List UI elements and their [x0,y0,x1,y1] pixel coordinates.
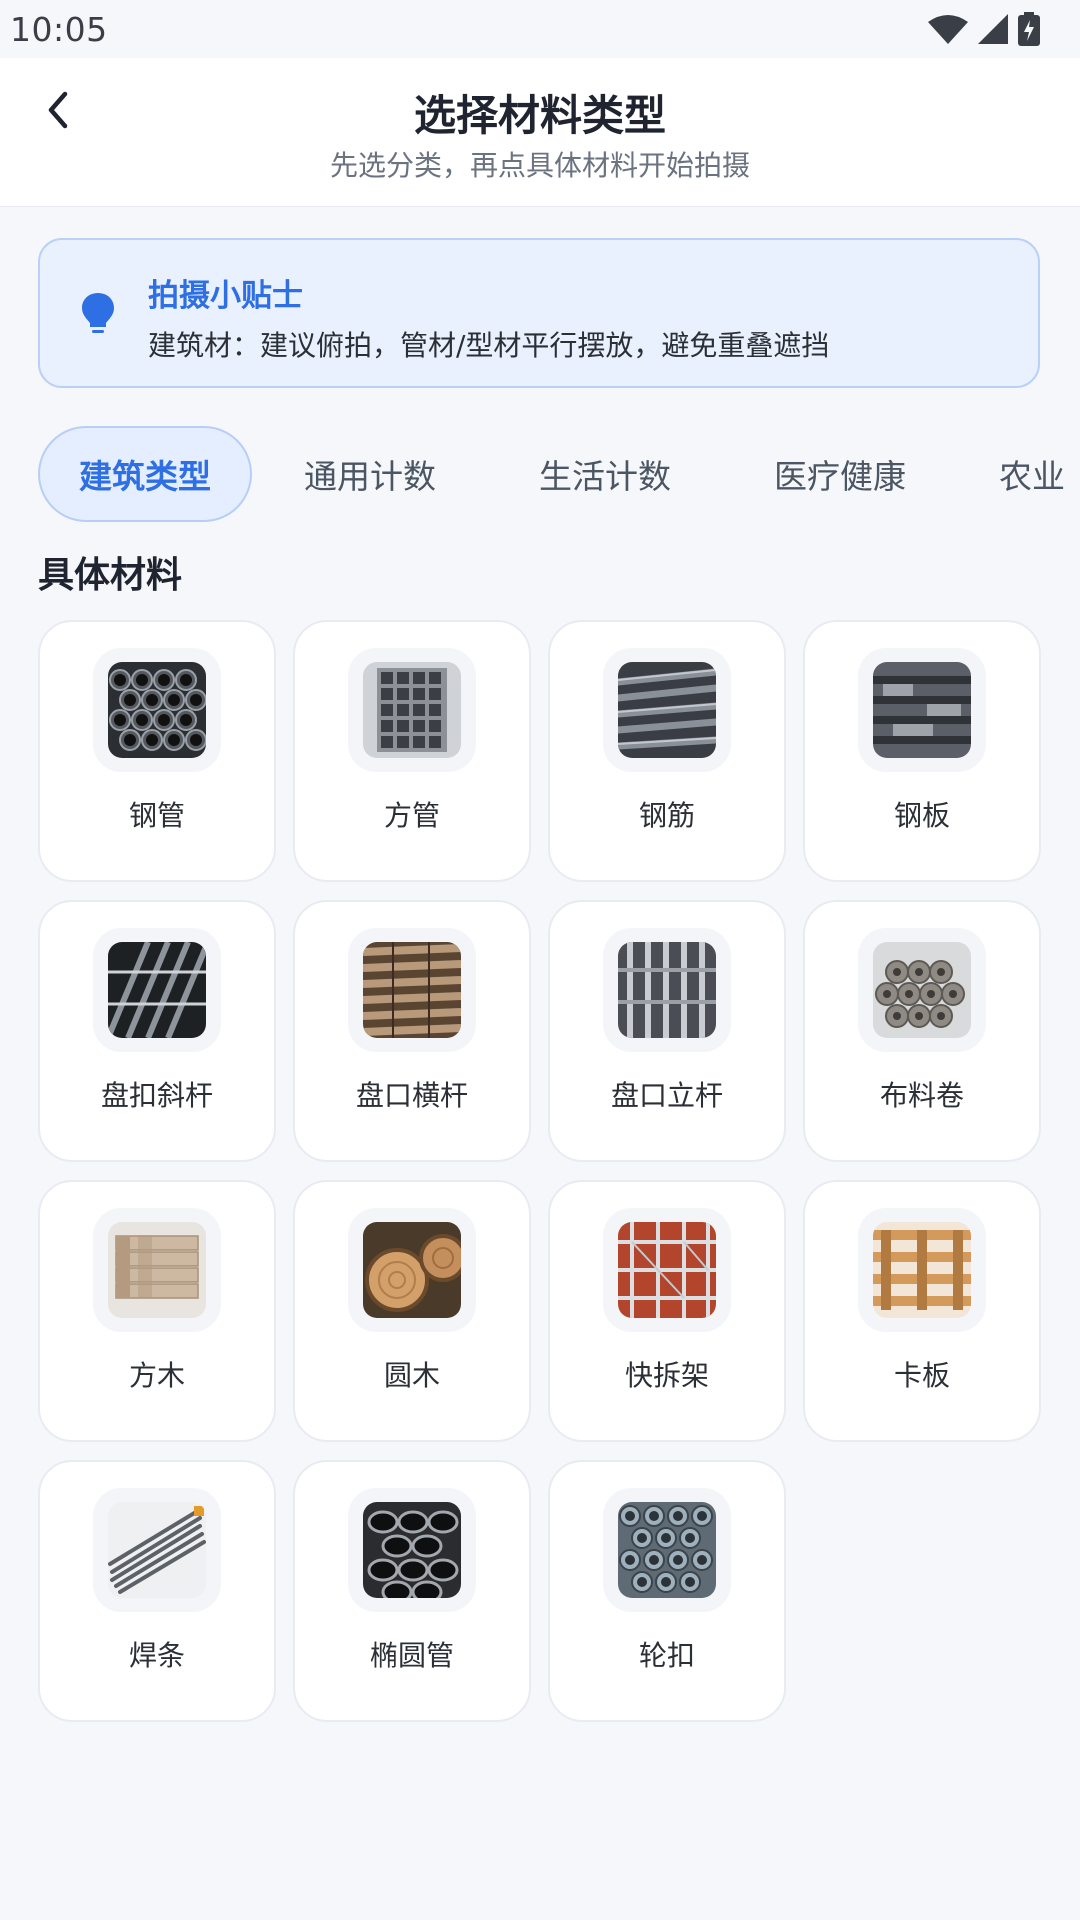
material-card-pallet[interactable]: 卡板 [803,1180,1041,1442]
material-label: 圆木 [383,1359,440,1392]
tab-general-count[interactable]: 通用计数 [270,426,470,522]
vertical-rod-photo-icon [618,942,716,1038]
thumb-frame [93,928,221,1052]
thumb-frame [93,648,221,772]
material-label: 焊条 [128,1639,185,1672]
material-card-square-timber[interactable]: 方木 [38,1180,276,1442]
material-label: 钢管 [128,799,185,832]
category-tabs: 建筑类型 通用计数 生活计数 医疗健康 农业 [38,426,1080,522]
material-label: 钢板 [893,799,950,832]
status-icons [928,12,1040,46]
battery-icon [1018,12,1040,46]
fabric-roll-photo-icon [873,942,971,1038]
steel-pipe-photo-icon [108,662,206,758]
thumb-frame [603,1208,731,1332]
material-card-oval-tube[interactable]: 椭圆管 [293,1460,531,1722]
tab-building[interactable]: 建筑类型 [38,426,252,522]
material-card-steel-plate[interactable]: 钢板 [803,620,1041,882]
wheel-buckle-photo-icon [618,1502,716,1598]
material-label: 钢筋 [638,799,695,832]
tab-agriculture[interactable]: 农业 [975,426,1080,522]
material-label: 轮扣 [638,1639,695,1672]
material-label: 方木 [128,1359,185,1392]
rebar-photo-icon [618,662,716,758]
material-label: 盘口横杆 [355,1079,468,1112]
thumb-frame [348,1488,476,1612]
pallet-photo-icon [873,1222,971,1318]
wifi-icon [928,15,968,44]
round-log-photo-icon [363,1222,461,1318]
welding-rod-photo-icon [108,1502,206,1598]
oval-tube-photo-icon [363,1502,461,1598]
material-grid: 钢管 方管 钢筋 钢板 盘扣斜杆 盘口横杆 盘口立杆 布料卷 方木 圆木 快拆架… [38,620,1042,1722]
material-label: 快拆架 [624,1359,709,1392]
page-title: 选择材料类型 [413,91,666,140]
thumb-frame [348,1208,476,1332]
thumb-frame [348,928,476,1052]
tab-medical-health[interactable]: 医疗健康 [740,426,940,522]
horizontal-rod-photo-icon [363,942,461,1038]
quick-scaffold-photo-icon [618,1222,716,1318]
material-card-welding-rod[interactable]: 焊条 [38,1460,276,1722]
material-card-rebar[interactable]: 钢筋 [548,620,786,882]
material-label: 椭圆管 [369,1639,454,1672]
material-label: 布料卷 [879,1079,964,1112]
tips-text: 建筑材：建议俯拍，管材/型材平行摆放，避免重叠遮挡 [148,329,830,362]
material-card-vertical-rod[interactable]: 盘口立杆 [548,900,786,1162]
signal-icon [978,14,1008,44]
thumb-frame [93,1208,221,1332]
lightbulb-icon [82,293,114,333]
material-label: 方管 [383,799,440,832]
steel-plate-photo-icon [873,662,971,758]
diagonal-rod-photo-icon [108,942,206,1038]
tips-card: 拍摄小贴士 建筑材：建议俯拍，管材/型材平行摆放，避免重叠遮挡 [38,238,1040,388]
thumb-frame [603,648,731,772]
status-bar: 10:05 [0,0,1080,58]
tips-title: 拍摄小贴士 [148,278,303,314]
material-card-steel-pipe[interactable]: 钢管 [38,620,276,882]
material-card-horizontal-rod[interactable]: 盘口横杆 [293,900,531,1162]
thumb-frame [858,928,986,1052]
thumb-frame [603,928,731,1052]
thumb-frame [603,1488,731,1612]
thumb-frame [348,648,476,772]
material-card-diagonal-rod[interactable]: 盘扣斜杆 [38,900,276,1162]
material-label: 盘口立杆 [610,1079,723,1112]
tab-life-count[interactable]: 生活计数 [505,426,705,522]
material-label: 盘扣斜杆 [100,1079,213,1112]
material-card-quick-scaffold[interactable]: 快拆架 [548,1180,786,1442]
material-card-wheel-buckle[interactable]: 轮扣 [548,1460,786,1722]
thumb-frame [93,1488,221,1612]
page-subtitle: 先选分类，再点具体材料开始拍摄 [329,149,750,182]
square-tube-photo-icon [363,662,461,758]
status-time: 10:05 [10,10,108,49]
material-card-round-log[interactable]: 圆木 [293,1180,531,1442]
thumb-frame [858,1208,986,1332]
app-header: 选择材料类型 先选分类，再点具体材料开始拍摄 [0,58,1080,207]
square-timber-photo-icon [108,1222,206,1318]
material-card-square-tube[interactable]: 方管 [293,620,531,882]
material-label: 卡板 [893,1359,950,1392]
material-card-fabric-roll[interactable]: 布料卷 [803,900,1041,1162]
section-title: 具体材料 [38,555,183,596]
thumb-frame [858,648,986,772]
